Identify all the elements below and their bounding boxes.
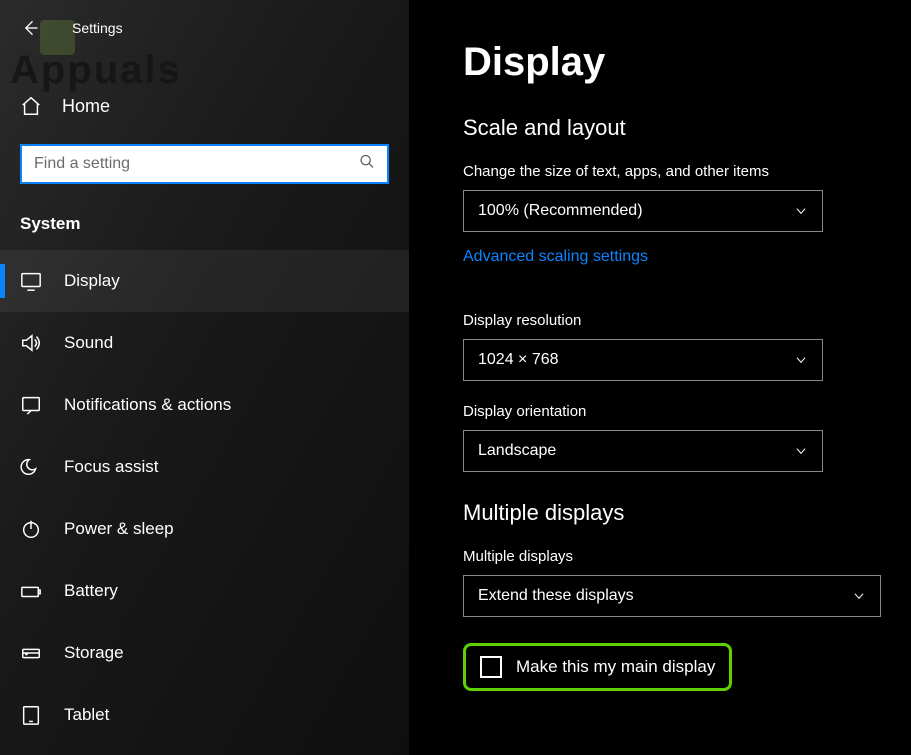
app-title: Settings: [72, 20, 123, 36]
multiple-displays-dropdown[interactable]: Extend these displays: [463, 575, 881, 617]
scale-label: Change the size of text, apps, and other…: [463, 163, 881, 180]
title-bar: Settings: [0, 8, 409, 48]
home-icon: [20, 95, 42, 117]
sidebar-item-label: Focus assist: [64, 457, 158, 477]
back-arrow-icon: [20, 18, 40, 38]
chevron-down-icon: [794, 204, 808, 218]
sidebar-item-label: Battery: [64, 581, 118, 601]
sidebar-item-focus-assist[interactable]: Focus assist: [0, 436, 409, 498]
scale-group: Change the size of text, apps, and other…: [463, 163, 881, 290]
scale-value: 100% (Recommended): [478, 202, 643, 220]
multiple-displays-heading: Multiple displays: [463, 500, 881, 526]
scale-dropdown[interactable]: 100% (Recommended): [463, 190, 823, 232]
checkbox-box[interactable]: [480, 656, 502, 678]
display-icon: [20, 270, 42, 292]
section-heading: System: [20, 214, 409, 234]
home-label: Home: [62, 96, 110, 117]
search-container: [20, 144, 389, 184]
sidebar-item-display[interactable]: Display: [0, 250, 409, 312]
orientation-dropdown[interactable]: Landscape: [463, 430, 823, 472]
sidebar-item-label: Power & sleep: [64, 519, 174, 539]
content-pane: Display Scale and layout Change the size…: [409, 0, 911, 755]
chevron-down-icon: [794, 444, 808, 458]
multiple-displays-label: Multiple displays: [463, 548, 881, 565]
battery-icon: [20, 580, 42, 602]
sidebar-item-notifications[interactable]: Notifications & actions: [0, 374, 409, 436]
storage-icon: [20, 642, 42, 664]
sound-icon: [20, 332, 42, 354]
advanced-scaling-link[interactable]: Advanced scaling settings: [463, 248, 648, 266]
sidebar-item-label: Display: [64, 271, 120, 291]
resolution-dropdown[interactable]: 1024 × 768: [463, 339, 823, 381]
settings-sidebar: Appuals Settings Home System: [0, 0, 409, 755]
page-title: Display: [463, 40, 881, 85]
chevron-down-icon: [794, 353, 808, 367]
sidebar-item-label: Sound: [64, 333, 113, 353]
search-input[interactable]: [20, 144, 389, 184]
sidebar-item-tablet[interactable]: Tablet: [0, 684, 409, 746]
sidebar-item-label: Storage: [64, 643, 124, 663]
power-sleep-icon: [20, 518, 42, 540]
resolution-label: Display resolution: [463, 312, 881, 329]
sidebar-item-battery[interactable]: Battery: [0, 560, 409, 622]
orientation-label: Display orientation: [463, 403, 881, 420]
home-nav[interactable]: Home: [0, 82, 409, 130]
resolution-value: 1024 × 768: [478, 351, 559, 369]
resolution-group: Display resolution 1024 × 768: [463, 312, 881, 381]
sidebar-item-power-sleep[interactable]: Power & sleep: [0, 498, 409, 560]
scale-layout-heading: Scale and layout: [463, 115, 881, 141]
focus-assist-icon: [20, 456, 42, 478]
notifications-icon: [20, 394, 42, 416]
tablet-icon: [20, 704, 42, 726]
sidebar-item-label: Notifications & actions: [64, 395, 231, 415]
main-display-checkbox-label: Make this my main display: [516, 657, 715, 677]
orientation-value: Landscape: [478, 442, 556, 460]
back-button[interactable]: [18, 16, 42, 40]
multiple-displays-group: Multiple displays Extend these displays: [463, 548, 881, 617]
nav-list: Display Sound Notifications & actions: [0, 250, 409, 746]
main-display-checkbox-row[interactable]: Make this my main display: [463, 643, 732, 691]
orientation-group: Display orientation Landscape: [463, 403, 881, 472]
sidebar-item-storage[interactable]: Storage: [0, 622, 409, 684]
chevron-down-icon: [852, 589, 866, 603]
sidebar-item-sound[interactable]: Sound: [0, 312, 409, 374]
sidebar-item-label: Tablet: [64, 705, 109, 725]
multiple-displays-value: Extend these displays: [478, 587, 634, 605]
